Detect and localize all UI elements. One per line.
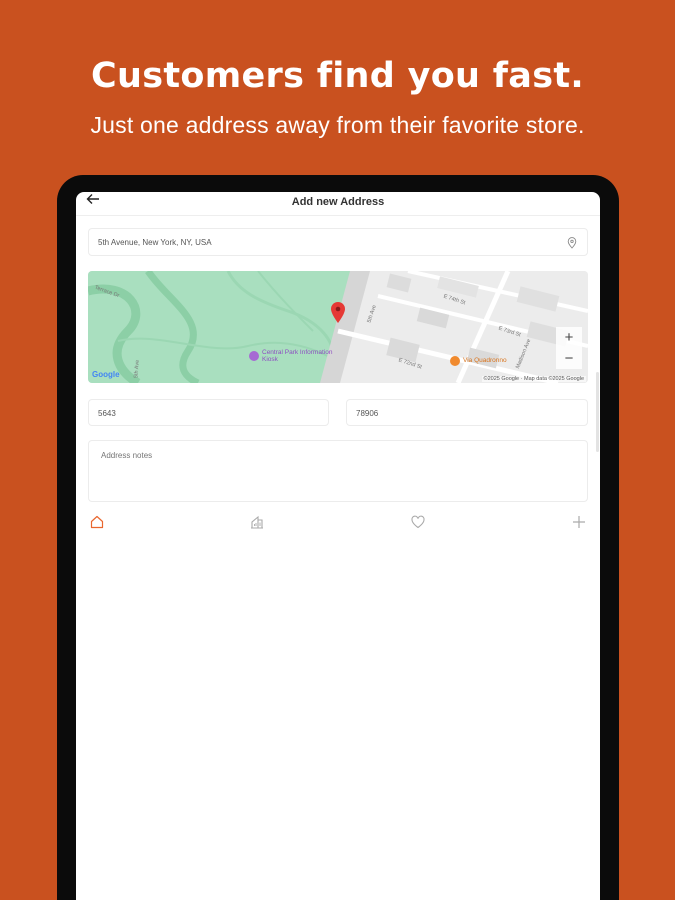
poi-restaurant-label[interactable]: Via Quadronno (463, 357, 533, 364)
address-notes-input[interactable] (101, 451, 571, 495)
heart-icon (411, 515, 425, 529)
address-field[interactable] (88, 228, 588, 256)
map-pin-icon[interactable] (567, 237, 577, 249)
work-type-button[interactable] (249, 514, 265, 530)
address-input[interactable] (98, 238, 538, 247)
scrollbar[interactable] (596, 372, 599, 452)
google-logo: Google (92, 370, 120, 379)
promo-headline: Customers find you fast. (91, 56, 584, 96)
app-screen: Add new Address 5th Avenue, New York, NY… (76, 192, 600, 900)
poi-central-park-label[interactable]: Central Park Information Kiosk (262, 349, 342, 363)
plus-icon (573, 516, 585, 528)
map-view[interactable]: Terrace Dr 5th Ave E 74th St E 73rd St E… (88, 271, 588, 383)
zip-code-input[interactable] (356, 409, 556, 418)
zoom-in-button[interactable]: + (560, 329, 578, 347)
map-attribution: ©2025 Google · Map data ©2025 Google (481, 376, 586, 382)
street-number-field[interactable] (88, 399, 329, 426)
address-type-selector (76, 514, 600, 536)
zoom-out-button[interactable]: − (560, 350, 578, 368)
address-notes-field[interactable] (88, 440, 588, 502)
map-canvas (88, 271, 588, 383)
home-icon (90, 515, 104, 529)
building-icon (251, 515, 263, 529)
favorite-type-button[interactable] (410, 514, 426, 530)
home-type-button[interactable] (89, 514, 105, 530)
street-number-input[interactable] (98, 409, 298, 418)
app-bar: Add new Address (76, 192, 600, 216)
add-type-button[interactable] (571, 514, 587, 530)
zip-code-field[interactable] (346, 399, 588, 426)
page-title: Add new Address (291, 196, 385, 208)
promo-subline: Just one address away from their favorit… (90, 112, 585, 138)
